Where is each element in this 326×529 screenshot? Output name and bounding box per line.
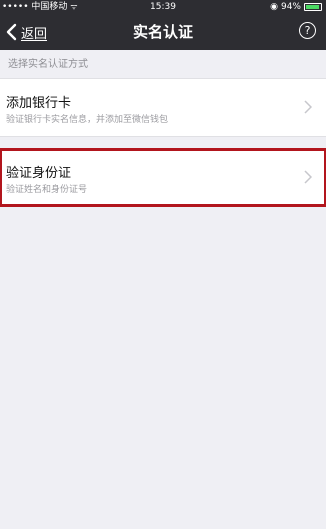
top-bar: ••••• 中国移动 ᯤ 15:39 ◉ 94% 返回 实名认证 ? xyxy=(0,0,326,50)
option-title: 验证身份证 xyxy=(6,166,72,181)
chevron-right-icon xyxy=(304,100,312,114)
back-chevron-icon xyxy=(6,23,17,41)
status-right: ◉ 94% xyxy=(270,0,322,14)
back-button[interactable]: 返回 xyxy=(4,14,47,50)
page-title: 实名认证 xyxy=(132,23,193,41)
option-subtitle: 验证姓名和身份证号 xyxy=(6,185,88,195)
battery-icon xyxy=(304,3,322,11)
battery-percent: 94% xyxy=(280,2,301,12)
verify-id-card-option[interactable]: 验证身份证 验证姓名和身份证号 xyxy=(0,148,326,207)
help-icon[interactable]: ? xyxy=(299,22,316,39)
status-bar: ••••• 中国移动 ᯤ 15:39 ◉ 94% xyxy=(0,0,326,14)
navigation-bar: 返回 实名认证 ? xyxy=(0,14,326,50)
add-bank-card-option[interactable]: 添加银行卡 验证银行卡实名信息，并添加至微信钱包 xyxy=(0,78,326,137)
option-title: 添加银行卡 xyxy=(6,96,72,111)
option-subtitle: 验证银行卡实名信息，并添加至微信钱包 xyxy=(6,115,169,125)
battery-fill xyxy=(306,5,320,9)
chevron-right-icon xyxy=(304,170,312,184)
section-header: 选择实名认证方式 xyxy=(8,59,88,70)
alarm-icon: ◉ xyxy=(270,2,278,12)
screen: ••••• 中国移动 ᯤ 15:39 ◉ 94% 返回 实名认证 ? 选择实名认… xyxy=(0,0,326,529)
back-label: 返回 xyxy=(21,26,48,42)
